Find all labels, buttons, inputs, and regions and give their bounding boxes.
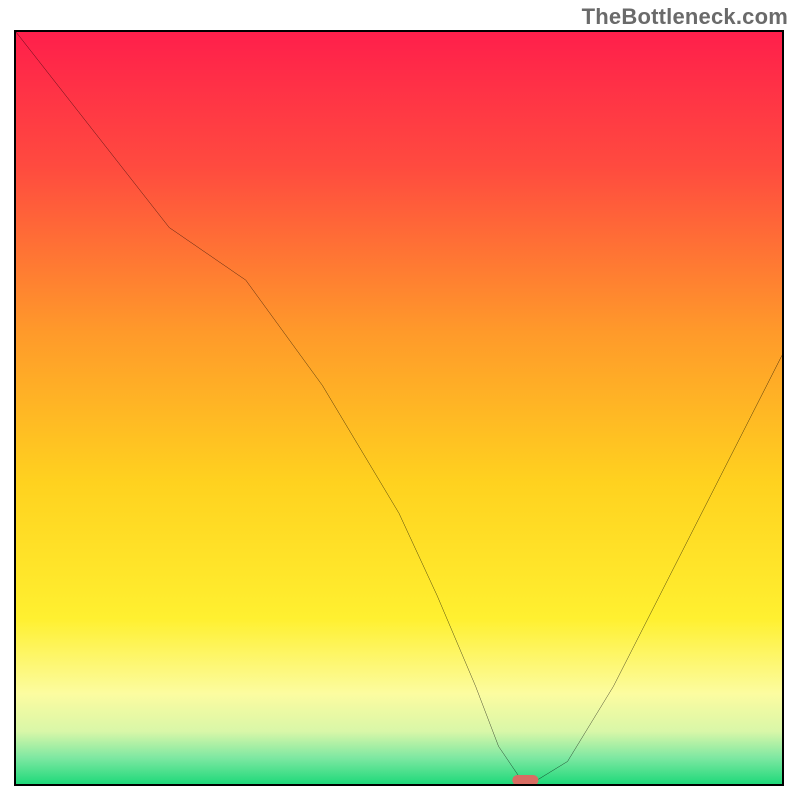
chart-frame: TheBottleneck.com bbox=[0, 0, 800, 800]
plot-area bbox=[14, 30, 784, 786]
watermark-text: TheBottleneck.com bbox=[582, 4, 788, 30]
heat-background bbox=[16, 32, 782, 784]
optimal-marker bbox=[512, 775, 538, 784]
bottleneck-chart-svg bbox=[16, 32, 782, 784]
